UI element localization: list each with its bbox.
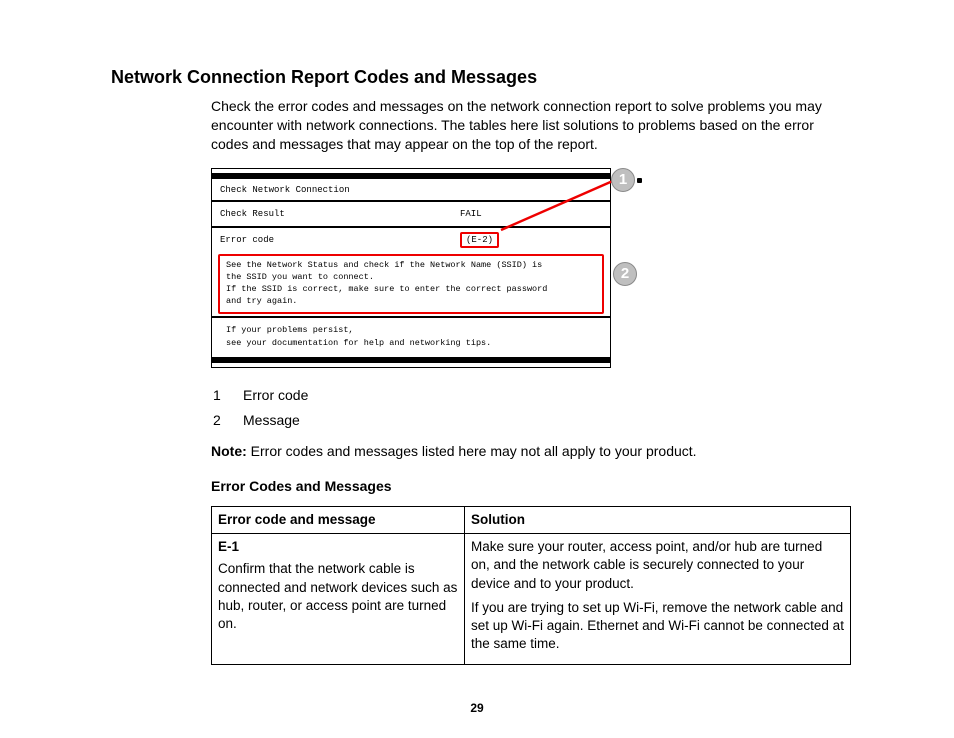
callout-number: 1 xyxy=(619,171,627,188)
page-title: Network Connection Report Codes and Mess… xyxy=(111,65,854,89)
page-number: 29 xyxy=(0,700,954,716)
check-result-value: FAIL xyxy=(460,208,482,220)
message-line: the SSID you want to connect. xyxy=(226,272,596,284)
legend-label: Error code xyxy=(243,386,308,405)
table-header-right: Solution xyxy=(465,507,851,534)
note-paragraph: Note: Error codes and messages listed he… xyxy=(211,442,854,461)
table-row: E-1 Confirm that the network cable is co… xyxy=(212,534,851,664)
document-page: Network Connection Report Codes and Mess… xyxy=(0,0,954,738)
callout-number: 2 xyxy=(621,265,629,282)
note-label: Note: xyxy=(211,443,247,459)
intro-paragraph: Check the error codes and messages on th… xyxy=(211,97,854,154)
table-header-left: Error code and message xyxy=(212,507,465,534)
error-code-id: E-1 xyxy=(218,538,458,556)
check-result-label: Check Result xyxy=(220,208,460,220)
message-line: See the Network Status and check if the … xyxy=(226,260,596,272)
error-code-value-highlight: (E-2) xyxy=(460,232,499,248)
legend-label: Message xyxy=(243,411,300,430)
error-code-row: Error code (E-2) xyxy=(212,228,610,252)
solution-paragraph: Make sure your router, access point, and… xyxy=(471,538,844,593)
message-line: and try again. xyxy=(226,296,596,308)
diagram-heading: Check Network Connection xyxy=(212,179,610,200)
callout-badge-2: 2 xyxy=(613,262,637,286)
message-highlight-box: See the Network Status and check if the … xyxy=(218,254,604,314)
error-code-label: Error code xyxy=(220,234,460,246)
error-code-description: Confirm that the network cable is connec… xyxy=(218,561,457,631)
tips-block: If your problems persist, see your docum… xyxy=(212,318,610,358)
note-text: Error codes and messages listed here may… xyxy=(247,443,697,459)
check-result-row: Check Result FAIL xyxy=(212,202,610,226)
legend-number: 1 xyxy=(213,386,243,405)
table-header-row: Error code and message Solution xyxy=(212,507,851,534)
legend-row: 1 Error code xyxy=(213,386,854,405)
message-line: If the SSID is correct, make sure to ent… xyxy=(226,284,596,296)
network-report-diagram: Check Network Connection Check Result FA… xyxy=(211,168,611,368)
diagram-container: Check Network Connection Check Result FA… xyxy=(211,168,641,368)
legend: 1 Error code 2 Message xyxy=(213,386,854,430)
solution-cell: Make sure your router, access point, and… xyxy=(465,534,851,664)
tips-line: see your documentation for help and netw… xyxy=(226,337,602,350)
tips-line: If your problems persist, xyxy=(226,324,602,337)
section-subheading: Error Codes and Messages xyxy=(211,477,854,496)
error-code-cell: E-1 Confirm that the network cable is co… xyxy=(212,534,465,664)
legend-row: 2 Message xyxy=(213,411,854,430)
legend-number: 2 xyxy=(213,411,243,430)
error-codes-table: Error code and message Solution E-1 Conf… xyxy=(211,506,851,665)
callout-badge-1: 1 xyxy=(611,168,635,192)
solution-paragraph: If you are trying to set up Wi-Fi, remov… xyxy=(471,599,844,654)
callout-dot-icon xyxy=(637,178,642,183)
